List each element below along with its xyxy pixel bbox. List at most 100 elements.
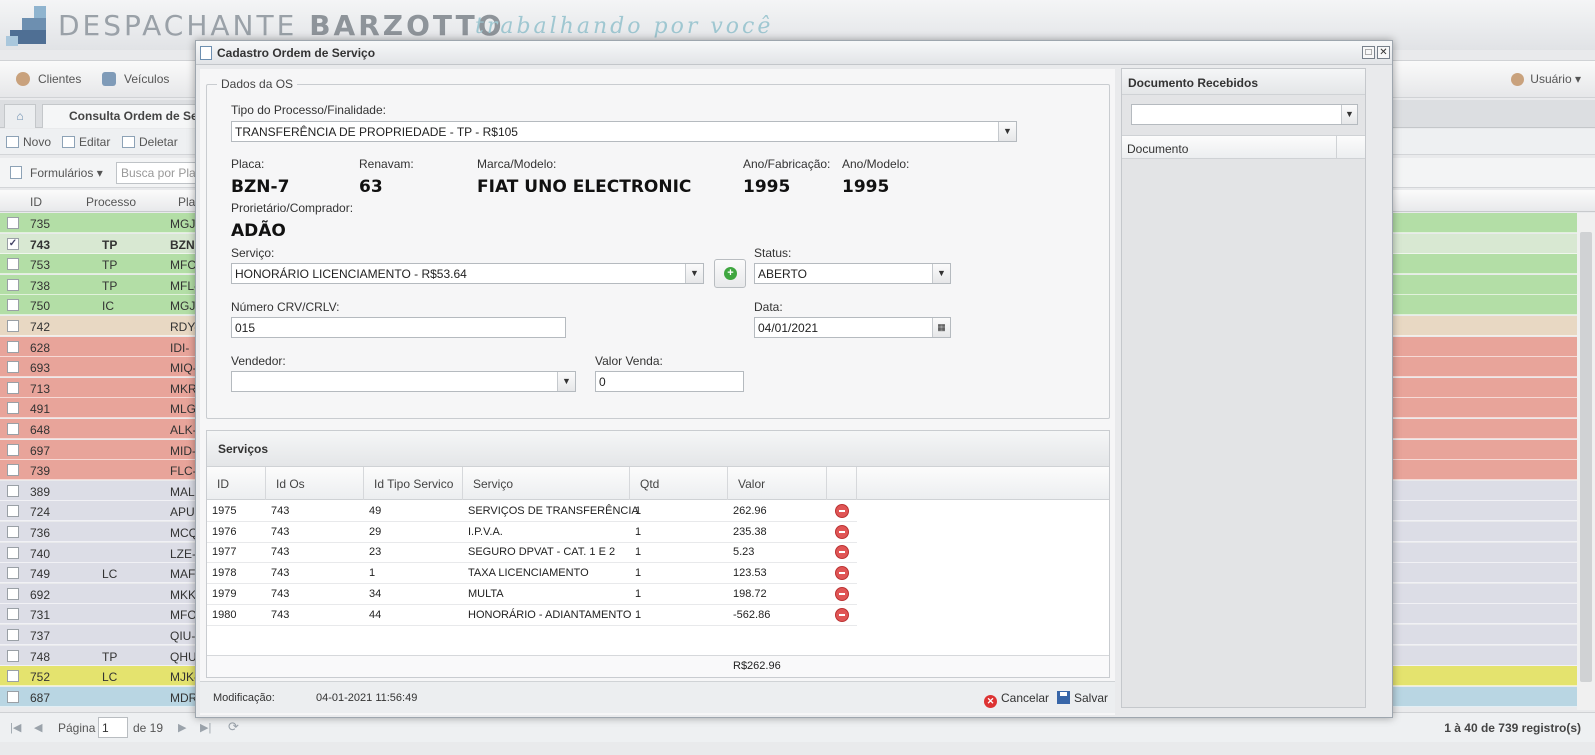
chevron-down-icon[interactable]: ▼ <box>998 122 1016 141</box>
row-plate: RDY- <box>170 320 199 334</box>
calendar-icon[interactable]: ▦ <box>932 318 950 337</box>
forms-menu[interactable]: Formulários ▾ <box>10 166 103 180</box>
chevron-down-icon[interactable]: ▼ <box>557 372 575 391</box>
service-row[interactable]: 1980 743 44 HONORÁRIO - ADIANTAMENTO 1 -562.8… <box>207 605 857 626</box>
delete-button[interactable]: Deletar <box>122 135 178 149</box>
svc-col-qtd[interactable]: Qtd <box>630 467 728 500</box>
row-checkbox[interactable] <box>7 629 19 641</box>
chevron-down-icon[interactable]: ▼ <box>1341 105 1357 124</box>
user-icon <box>16 72 30 86</box>
documents-title: Documento Recebidos <box>1122 69 1365 95</box>
crv-input[interactable]: 015 <box>231 317 566 338</box>
last-page-icon[interactable]: ▶| <box>200 721 211 734</box>
sale-input[interactable]: 0 <box>595 371 744 392</box>
col-processo[interactable]: Processo <box>86 195 136 209</box>
row-checkbox[interactable] <box>7 670 19 683</box>
row-checkbox[interactable] <box>7 278 19 291</box>
row-checkbox[interactable] <box>7 299 19 312</box>
row-id: 737 <box>30 629 51 643</box>
maximize-button[interactable]: □ <box>1362 46 1375 59</box>
document-select[interactable]: ▼ <box>1131 104 1358 125</box>
row-checkbox[interactable] <box>7 484 19 497</box>
service-row[interactable]: 1977 743 23 SEGURO DPVAT - CAT. 1 E 2 1 5.23 <box>207 542 857 564</box>
row-checkbox[interactable] <box>7 587 19 600</box>
refresh-icon[interactable]: ⟳ <box>228 719 239 735</box>
remove-icon[interactable] <box>835 524 849 539</box>
page-input[interactable]: 1 <box>98 717 128 738</box>
save-button[interactable]: Salvar <box>1057 691 1108 705</box>
crv-label: Número CRV/CRLV: <box>231 300 340 314</box>
svc-col-servico[interactable]: Serviço <box>463 467 630 500</box>
row-checkbox[interactable] <box>7 381 19 394</box>
services-panel: Serviços ID Id Os Id Tipo Servico Serviç… <box>206 430 1110 678</box>
col-id[interactable]: ID <box>30 195 42 209</box>
cancel-button[interactable]: ✕ Cancelar <box>984 691 1049 708</box>
forms-icon <box>10 166 22 179</box>
menu-clientes[interactable]: Clientes <box>16 72 81 86</box>
home-tab[interactable]: ⌂ <box>4 104 36 128</box>
seller-select[interactable]: ▼ <box>231 371 576 392</box>
row-checkbox[interactable] <box>7 361 19 374</box>
row-id: 724 <box>30 505 51 520</box>
row-checkbox[interactable] <box>7 608 19 621</box>
remove-icon[interactable] <box>835 545 849 560</box>
tab-consulta-os[interactable]: Consulta Ordem de Serviço <box>42 104 202 128</box>
row-checkbox[interactable] <box>7 464 19 477</box>
service-cell-qtd: 1 <box>635 567 642 580</box>
svc-col-id[interactable]: ID <box>207 467 266 500</box>
row-id: 693 <box>30 361 51 376</box>
chevron-down-icon[interactable]: ▼ <box>932 264 950 283</box>
row-checkbox[interactable] <box>7 258 19 271</box>
remove-icon[interactable] <box>835 566 849 581</box>
status-select[interactable]: ABERTO ▼ <box>754 263 951 284</box>
row-checkbox[interactable] <box>7 217 19 229</box>
process-select[interactable]: TRANSFERÊNCIA DE PROPRIEDADE - TP - R$10… <box>231 121 1017 142</box>
svc-col-tipo[interactable]: Id Tipo Servico <box>364 467 463 500</box>
row-checkbox[interactable] <box>7 320 19 332</box>
svc-col-valor[interactable]: Valor <box>728 467 827 500</box>
close-button[interactable]: ✕ <box>1377 46 1390 59</box>
row-checkbox[interactable] <box>7 340 19 353</box>
row-checkbox[interactable]: ✓ <box>7 237 19 250</box>
row-checkbox[interactable] <box>7 649 19 662</box>
service-cell-os: 743 <box>271 608 290 621</box>
edit-button[interactable]: Editar <box>62 135 110 149</box>
row-checkbox[interactable] <box>7 402 19 415</box>
service-row[interactable]: 1979 743 34 MULTA 1 198.72 <box>207 584 857 605</box>
row-id: 648 <box>30 423 51 437</box>
brand-tagline: trabalhando por você <box>475 14 774 39</box>
row-checkbox[interactable] <box>7 505 19 518</box>
menu-veiculos[interactable]: Veículos <box>102 72 169 86</box>
user-icon <box>1511 73 1525 86</box>
remove-icon[interactable] <box>835 607 849 622</box>
plus-icon: + <box>724 267 737 280</box>
date-input[interactable]: 04/01/2021 ▦ <box>754 317 951 338</box>
svc-col-os[interactable]: Id Os <box>266 467 364 500</box>
add-service-button[interactable]: + <box>714 259 746 288</box>
service-row[interactable]: 1976 743 29 I.P.V.A. 1 235.38 <box>207 522 857 543</box>
row-checkbox[interactable] <box>7 443 19 456</box>
row-checkbox[interactable] <box>7 423 19 435</box>
service-row[interactable]: 1975 743 49 SERVIÇOS DE TRANSFERÊNCIA 1 262.9… <box>207 501 857 522</box>
fieldset-legend: Dados da OS <box>217 77 298 91</box>
documents-table-header: Documento <box>1122 135 1365 159</box>
remove-icon[interactable] <box>835 586 849 601</box>
prev-page-icon[interactable]: ◀ <box>34 721 42 734</box>
chevron-down-icon[interactable]: ▼ <box>685 264 703 283</box>
next-page-icon[interactable]: ▶ <box>178 721 186 734</box>
row-checkbox[interactable] <box>7 690 19 703</box>
service-select[interactable]: HONORÁRIO LICENCIAMENTO - R$53.64 ▼ <box>231 263 704 284</box>
service-cell-valor: 123.53 <box>733 567 767 580</box>
remove-icon[interactable] <box>835 504 849 518</box>
first-page-icon[interactable]: |◀ <box>10 721 21 734</box>
row-checkbox[interactable] <box>7 546 19 559</box>
new-button[interactable]: Novo <box>6 135 51 149</box>
row-checkbox[interactable] <box>7 526 19 538</box>
service-row[interactable]: 1978 743 1 TAXA LICENCIAMENTO 1 123.53 <box>207 563 857 585</box>
service-label: Serviço: <box>231 246 275 260</box>
new-icon <box>6 136 19 148</box>
user-menu[interactable]: Usuário ▾ <box>1511 72 1581 86</box>
row-checkbox[interactable] <box>7 567 19 580</box>
documents-column[interactable]: Documento <box>1127 142 1188 156</box>
grid-scroll-thumb[interactable] <box>1580 232 1592 682</box>
